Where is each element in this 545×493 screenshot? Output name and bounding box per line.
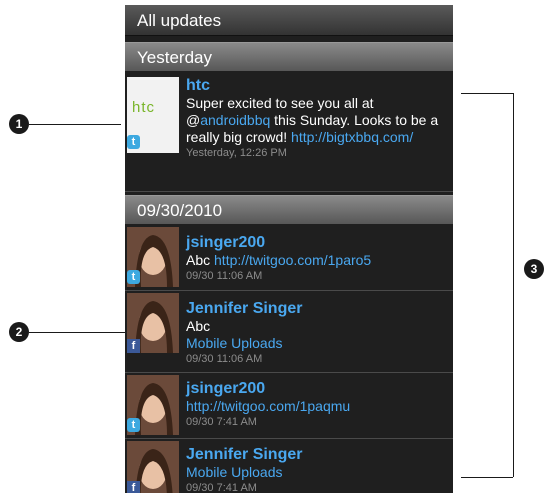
mention-link[interactable]: androidbbq (200, 112, 270, 128)
list-item[interactable]: t jsinger200 http://twitgoo.com/1paqmu 0… (125, 373, 453, 439)
post-text: Abc http://twitgoo.com/1paro5 (186, 252, 372, 268)
post-timestamp: Yesterday, 12:26 PM (186, 147, 287, 159)
post-text: Super excited to see you all at @android… (186, 95, 439, 145)
callout-3: 3 (524, 259, 544, 279)
callout-1: 1 (9, 114, 29, 134)
phone-screen: All updates Yesterday htc t htc Super ex… (125, 5, 453, 493)
callout-2-line (29, 332, 125, 333)
callout-3-bracket-bottom (461, 477, 513, 478)
post-timestamp: 09/30 11:06 AM (186, 270, 263, 282)
post-link[interactable]: http://twitgoo.com/1paqmu (186, 398, 445, 415)
htc-thumbnail: htc t (127, 77, 179, 153)
post-link[interactable]: Mobile Uploads (186, 335, 445, 352)
twitter-icon: t (127, 135, 140, 149)
post-link[interactable]: http://twitgoo.com/1paro5 (214, 252, 371, 268)
post-timestamp: 09/30 7:41 AM (186, 482, 257, 493)
callout-2: 2 (9, 322, 29, 342)
list-item[interactable]: f Jennifer Singer Mobile Uploads 09/30 7… (125, 439, 453, 493)
post-text: Abc (186, 318, 211, 334)
post-timestamp: 09/30 7:41 AM (186, 416, 257, 428)
post-username[interactable]: htc (186, 76, 445, 95)
post-username[interactable]: jsinger200 (186, 379, 445, 398)
post-link[interactable]: http://bigtxbbq.com/ (291, 129, 413, 145)
page-title: All updates (125, 5, 453, 36)
post-link[interactable]: Mobile Uploads (186, 464, 445, 481)
callout-3-bracket-top (461, 93, 513, 94)
twitter-icon: t (127, 418, 140, 432)
post-username[interactable]: Jennifer Singer (186, 445, 445, 464)
facebook-icon: f (127, 339, 140, 353)
list-item[interactable]: t jsinger200 Abc http://twitgoo.com/1par… (125, 225, 453, 291)
callout-3-bracket-side (513, 93, 514, 477)
post-username[interactable]: Jennifer Singer (186, 299, 445, 318)
callout-1-line (29, 124, 121, 125)
facebook-icon: f (127, 481, 140, 493)
section-header-date: 09/30/2010 (125, 195, 453, 224)
list-item[interactable]: htc t htc Super excited to see you all a… (125, 72, 453, 192)
list-item[interactable]: f Jennifer Singer Abc Mobile Uploads 09/… (125, 291, 453, 373)
twitter-icon: t (127, 270, 140, 284)
htc-logo: htc (132, 99, 156, 116)
post-timestamp: 09/30 11:06 AM (186, 353, 263, 365)
post-username[interactable]: jsinger200 (186, 233, 445, 252)
section-header-yesterday: Yesterday (125, 42, 453, 71)
